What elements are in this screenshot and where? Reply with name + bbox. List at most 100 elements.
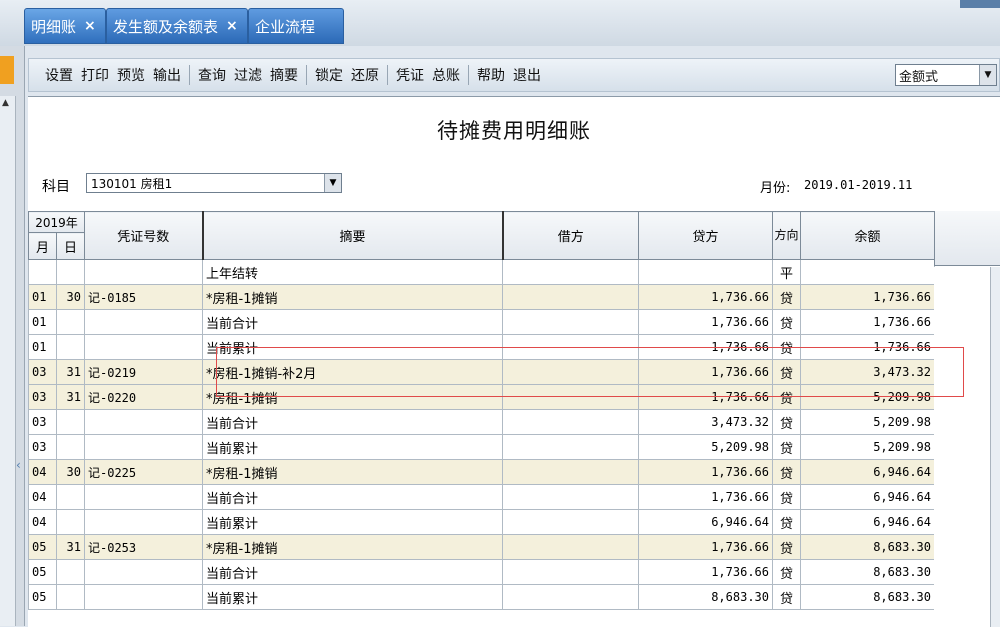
voucher-cell: 记-0253 — [84, 534, 203, 560]
day-cell — [56, 509, 85, 535]
table-row[interactable]: 03 当前合计 3,473.32 贷 5,209.98 — [28, 409, 935, 435]
voucher-cell — [84, 409, 203, 435]
general-ledger-button[interactable]: 总账 — [428, 65, 464, 85]
report-panel: 待摊费用明细账 科目 130101 房租1 ▼ 月份: 2019.01-2019… — [28, 96, 1000, 627]
left-scrollbar[interactable] — [0, 96, 16, 626]
page-title: 待摊费用明细账 — [437, 119, 591, 143]
voucher-cell: 记-0185 — [84, 284, 203, 310]
close-icon[interactable]: × — [84, 18, 96, 34]
balance-cell: 1,736.66 — [800, 309, 935, 335]
summary-cell: 当前累计 — [202, 334, 503, 360]
table-row[interactable]: 03 31 记-0220 *房租-1摊销 1,736.66 贷 5,209.98 — [28, 384, 935, 410]
tab-balance-table[interactable]: 发生额及余额表 × — [106, 8, 248, 44]
credit-cell: 1,736.66 — [638, 484, 773, 510]
summary-cell: 当前合计 — [202, 484, 503, 510]
month-header: 月 — [28, 232, 57, 260]
filter-button[interactable]: 过滤 — [230, 65, 266, 85]
tab-enterprise-flow[interactable]: 企业流程 — [248, 8, 344, 44]
credit-cell: 8,683.30 — [638, 584, 773, 610]
table-row[interactable]: 01 当前累计 1,736.66 贷 1,736.66 — [28, 334, 935, 360]
credit-cell: 6,946.64 — [638, 509, 773, 535]
credit-cell: 5,209.98 — [638, 434, 773, 460]
debit-cell — [502, 584, 639, 610]
table-row[interactable]: 01 30 记-0185 *房租-1摊销 1,736.66 贷 1,736.66 — [28, 284, 935, 310]
ledger-rows: 上年结转平 01 30 记-0185 *房租-1摊销 1,736.66 贷 1,736.66 0… — [28, 259, 935, 610]
format-select-value: 金额式 — [899, 69, 939, 85]
summary-cell: 当前合计 — [202, 409, 503, 435]
tab-bar: 明细账 × 发生额及余额表 × 企业流程 — [0, 0, 1000, 46]
voucher-cell — [84, 509, 203, 535]
debit-cell — [502, 259, 639, 285]
direction-cell: 贷 — [772, 459, 801, 485]
direction-cell: 贷 — [772, 284, 801, 310]
table-row[interactable]: 03 当前累计 5,209.98 贷 5,209.98 — [28, 434, 935, 460]
summary-cell: 当前累计 — [202, 584, 503, 610]
debit-cell — [502, 334, 639, 360]
chevron-down-icon[interactable]: ▼ — [324, 174, 341, 192]
lock-button[interactable]: 锁定 — [311, 65, 347, 85]
credit-cell — [638, 259, 773, 285]
table-row[interactable]: 04 当前累计 6,946.64 贷 6,946.64 — [28, 509, 935, 535]
direction-header: 方向 — [772, 211, 801, 260]
summary-cell: 当前累计 — [202, 434, 503, 460]
table-row[interactable]: 05 31 记-0253 *房租-1摊销 1,736.66 贷 8,683.30 — [28, 534, 935, 560]
balance-header: 余额 — [800, 211, 935, 260]
credit-header: 贷方 — [638, 211, 773, 260]
settings-button[interactable]: 设置 — [41, 65, 77, 85]
debit-header: 借方 — [502, 211, 639, 260]
chevron-down-icon[interactable]: ▼ — [979, 65, 996, 85]
subject-select-value: 130101 房租1 — [91, 176, 173, 191]
direction-cell: 贷 — [772, 434, 801, 460]
table-row[interactable]: 05 当前合计 1,736.66 贷 8,683.30 — [28, 559, 935, 585]
print-button[interactable]: 打印 — [77, 65, 113, 85]
table-row[interactable]: 04 30 记-0225 *房租-1摊销 1,736.66 贷 6,946.64 — [28, 459, 935, 485]
month-cell: 04 — [28, 509, 57, 535]
month-cell: 01 — [28, 284, 57, 310]
credit-cell: 1,736.66 — [638, 559, 773, 585]
summary-button[interactable]: 摘要 — [266, 65, 302, 85]
direction-cell: 贷 — [772, 559, 801, 585]
table-row[interactable]: 01 当前合计 1,736.66 贷 1,736.66 — [28, 309, 935, 335]
debit-cell — [502, 484, 639, 510]
scroll-up-icon[interactable]: ▲ — [2, 98, 9, 108]
debit-cell — [502, 409, 639, 435]
balance-cell: 6,946.64 — [800, 459, 935, 485]
window-corner — [960, 0, 1000, 8]
debit-cell — [502, 284, 639, 310]
month-cell: 05 — [28, 534, 57, 560]
tab-ledger-detail[interactable]: 明细账 × — [24, 8, 106, 44]
table-row[interactable]: 04 当前合计 1,736.66 贷 6,946.64 — [28, 484, 935, 510]
day-cell — [56, 434, 85, 460]
subject-select[interactable]: 130101 房租1 ▼ — [86, 173, 342, 193]
export-button[interactable]: 输出 — [149, 65, 185, 85]
month-cell: 01 — [28, 309, 57, 335]
month-cell: 01 — [28, 334, 57, 360]
voucher-button[interactable]: 凭证 — [392, 65, 428, 85]
table-row[interactable]: 03 31 记-0219 *房租-1摊销-补2月 1,736.66 贷 3,473.32 — [28, 359, 935, 385]
summary-cell: 当前合计 — [202, 309, 503, 335]
collapse-left-icon[interactable]: ‹ — [16, 458, 21, 472]
grid-scrollbar[interactable] — [990, 267, 1000, 627]
restore-button[interactable]: 还原 — [347, 65, 383, 85]
balance-cell: 1,736.66 — [800, 334, 935, 360]
table-row[interactable]: 上年结转 平 — [28, 259, 935, 285]
summary-cell: 当前累计 — [202, 509, 503, 535]
tab-label: 发生额及余额表 — [113, 17, 219, 36]
query-button[interactable]: 查询 — [194, 65, 230, 85]
credit-cell: 1,736.66 — [638, 359, 773, 385]
format-select[interactable]: 金额式 ▼ — [895, 64, 997, 86]
direction-cell: 贷 — [772, 484, 801, 510]
preview-button[interactable]: 预览 — [113, 65, 149, 85]
table-row[interactable]: 05 当前累计 8,683.30 贷 8,683.30 — [28, 584, 935, 610]
balance-cell: 6,946.64 — [800, 484, 935, 510]
month-cell: 05 — [28, 559, 57, 585]
debit-cell — [502, 534, 639, 560]
direction-cell: 贷 — [772, 334, 801, 360]
debit-cell — [502, 359, 639, 385]
close-icon[interactable]: × — [226, 18, 238, 34]
help-button[interactable]: 帮助 — [473, 65, 509, 85]
day-cell — [56, 259, 85, 285]
exit-button[interactable]: 退出 — [509, 65, 545, 85]
toolbar-divider — [306, 65, 307, 85]
day-cell — [56, 559, 85, 585]
